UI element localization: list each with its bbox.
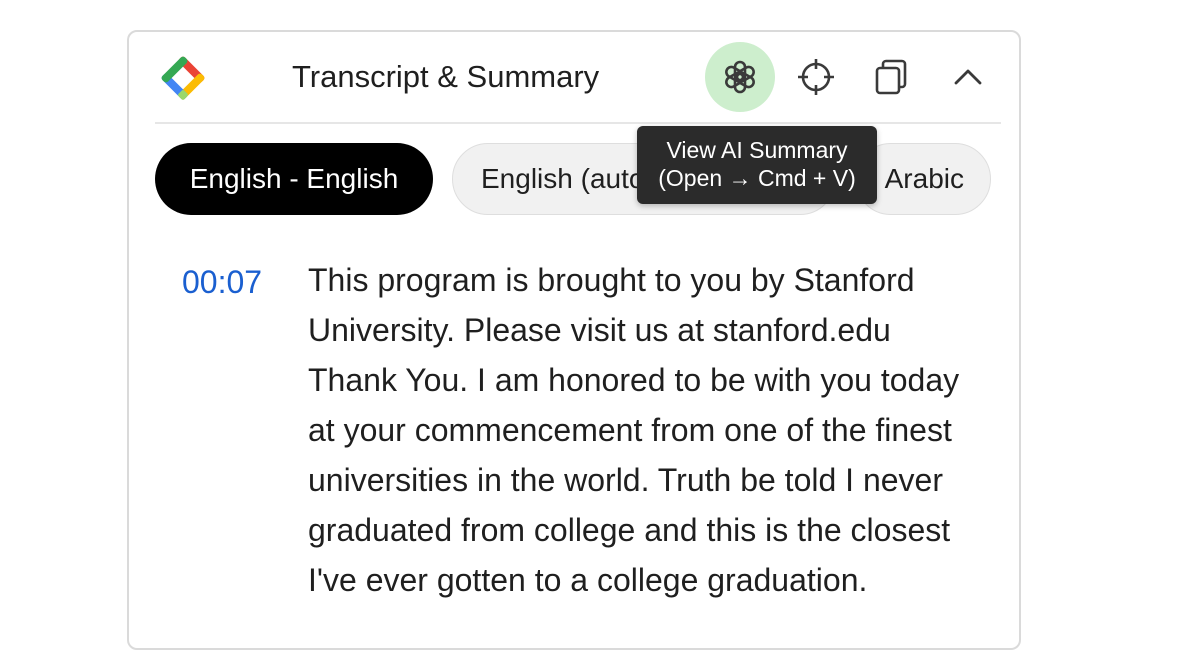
ai-summary-button[interactable] [705, 42, 775, 112]
collapse-button[interactable] [933, 42, 1003, 112]
chevron-up-icon [954, 69, 982, 85]
tooltip-line-2: (Open → Cmd + V) [658, 165, 856, 191]
timestamp-link[interactable]: 00:07 [182, 264, 262, 301]
transcript-text: This program is brought to you by Stanfo… [308, 262, 960, 598]
ai-summary-tooltip: View AI Summary (Open → Cmd + V) [637, 126, 877, 204]
colorful-diamond-logo [161, 56, 205, 100]
tooltip-line-1: View AI Summary [666, 137, 848, 163]
copy-button[interactable] [856, 42, 926, 112]
openai-icon [725, 60, 755, 94]
chip-english-english[interactable]: English - English [155, 143, 433, 215]
panel-header: Transcript & Summary [129, 32, 1019, 124]
crosshair-icon [798, 59, 834, 95]
transcript-panel: Transcript & Summary English - English E… [127, 30, 1021, 650]
panel-title: Transcript & Summary [292, 59, 600, 94]
copy-icon [875, 59, 907, 95]
locate-button[interactable] [781, 42, 851, 112]
header-divider [155, 122, 1001, 124]
language-chips: English - English English (auto-generate… [155, 143, 1005, 215]
